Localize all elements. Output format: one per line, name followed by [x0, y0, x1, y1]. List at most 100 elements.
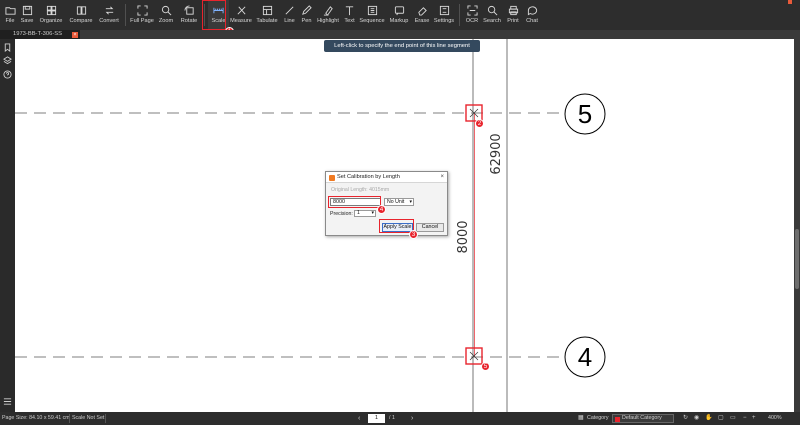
dialog-close-icon[interactable]: × — [440, 172, 444, 183]
chat-button[interactable]: Chat — [523, 0, 541, 30]
text-button[interactable]: Text — [341, 0, 358, 30]
sequence-label: Sequence — [359, 18, 385, 24]
tabulate-icon — [262, 5, 272, 16]
measure-label: Measure — [230, 18, 252, 24]
eraser-icon — [417, 7, 427, 16]
tabulate-button[interactable]: Tabulate — [253, 0, 281, 30]
window-close-button[interactable] — [788, 0, 792, 4]
step-badge-5: 5 — [481, 362, 490, 371]
grid-bubble-label-5: 5 — [578, 99, 592, 129]
text-icon — [345, 6, 354, 16]
zoom-label: Zoom — [158, 18, 174, 24]
print-label: Print — [507, 18, 519, 24]
status-divider — [105, 414, 106, 423]
original-length-label: Original Length: 4015mm — [331, 187, 390, 193]
rotate-button[interactable]: Rotate — [177, 0, 201, 30]
sequence-button[interactable]: Sequence — [358, 0, 386, 30]
category-label: Category — [587, 415, 609, 421]
print-button[interactable]: Print — [503, 0, 523, 30]
search-button[interactable]: Search — [481, 0, 503, 30]
settings-button[interactable]: Settings — [432, 0, 456, 30]
next-page-icon[interactable]: › — [411, 412, 413, 425]
markup-label: Markup — [389, 18, 409, 24]
chat-label: Chat — [526, 18, 538, 24]
category-select-value: Default Category — [622, 415, 662, 421]
highlight-button[interactable]: Highlight — [315, 0, 341, 30]
pen-icon — [302, 5, 312, 15]
chat-icon — [527, 6, 537, 16]
list-menu-icon[interactable] — [3, 397, 12, 406]
chevron-down-icon: ▾ — [409, 199, 412, 205]
unit-select-value: No Unit — [387, 199, 405, 205]
document-tabbar: 1973-BB-T-306-SS × — [0, 30, 800, 39]
grid-bubble-label-4: 4 — [578, 342, 592, 372]
file-label: File — [5, 18, 15, 24]
status-bar: Page Size: 84.10 x 59.41 cm Scale Not Se… — [0, 412, 800, 425]
total-pages-text: / 1 — [389, 415, 395, 421]
chevron-down-icon: ▾ — [371, 210, 374, 216]
line-button[interactable]: Line — [281, 0, 298, 30]
erase-label: Erase — [414, 18, 430, 24]
sequence-icon — [367, 5, 377, 16]
category-tag-icon: ▦ — [578, 415, 584, 421]
convert-button[interactable]: Convert — [96, 0, 122, 30]
cancel-button[interactable]: Cancel — [416, 223, 444, 232]
save-icon — [22, 5, 32, 16]
precision-select[interactable]: 1 ▾ — [354, 210, 376, 217]
fit-width-icon[interactable]: ▭ — [730, 412, 736, 425]
text-label: Text — [344, 18, 355, 24]
organize-button[interactable]: Organize — [36, 0, 66, 30]
zoom-out-icon[interactable]: − — [743, 412, 747, 425]
folder-icon — [4, 7, 16, 15]
search-icon — [487, 5, 497, 16]
bookmark-icon[interactable] — [3, 43, 12, 52]
unit-select[interactable]: No Unit ▾ — [384, 198, 414, 206]
measure-icon — [237, 6, 246, 15]
instruction-tooltip: Left-click to specify the end point of t… — [324, 40, 480, 52]
organize-label: Organize — [39, 18, 63, 24]
convert-icon — [105, 6, 113, 15]
layers-icon[interactable] — [3, 56, 12, 65]
step-badge-2: 2 — [475, 119, 484, 128]
scrollbar-thumb[interactable] — [795, 229, 799, 289]
hand-tool-icon[interactable]: ✋ — [705, 412, 712, 425]
measure-button[interactable]: Measure — [229, 0, 253, 30]
ocr-button[interactable]: OCR — [463, 0, 481, 30]
full-page-button[interactable]: Full Page — [129, 0, 155, 30]
line-icon — [285, 6, 294, 15]
save-button[interactable]: Save — [18, 0, 36, 30]
compare-label: Compare — [69, 18, 93, 24]
left-sidebar — [0, 39, 15, 412]
markup-button[interactable]: Markup — [386, 0, 412, 30]
prev-page-icon[interactable]: ‹ — [358, 412, 360, 425]
erase-button[interactable]: Erase — [412, 0, 432, 30]
document-tab[interactable]: 1973-BB-T-306-SS × — [0, 30, 80, 39]
zoom-level-text[interactable]: 400% — [768, 412, 782, 425]
help-icon[interactable] — [3, 70, 12, 79]
ocr-icon — [466, 5, 478, 16]
pen-label: Pen — [301, 18, 312, 24]
highlight-label: Highlight — [317, 18, 339, 24]
status-divider — [69, 414, 70, 423]
refresh-icon[interactable]: ↻ — [683, 412, 688, 425]
zoom-in-icon[interactable]: + — [752, 412, 756, 425]
dialog-titlebar: Set Calibration by Length × — [326, 172, 447, 183]
scale-status-text: Scale Not Set — [72, 415, 105, 421]
settings-label: Settings — [433, 18, 455, 24]
vertical-scrollbar[interactable] — [794, 39, 800, 412]
toolbar-divider — [459, 4, 460, 26]
zoom-button[interactable]: Zoom — [155, 0, 177, 30]
compare-button[interactable]: Compare — [66, 0, 96, 30]
category-select[interactable]: Default Category — [612, 414, 674, 423]
line-label: Line — [284, 18, 295, 24]
tab-close-icon[interactable]: × — [72, 31, 78, 38]
eye-icon[interactable]: ◉ — [694, 412, 699, 425]
file-button[interactable]: File — [2, 0, 18, 30]
fit-page-icon[interactable]: ▢ — [718, 412, 724, 425]
pen-button[interactable]: Pen — [298, 0, 315, 30]
rotate-icon — [183, 5, 194, 15]
organize-icon — [46, 5, 56, 16]
page-number-input[interactable]: 1 — [368, 414, 385, 423]
rotate-label: Rotate — [180, 18, 198, 24]
fullscreen-icon — [136, 5, 148, 16]
